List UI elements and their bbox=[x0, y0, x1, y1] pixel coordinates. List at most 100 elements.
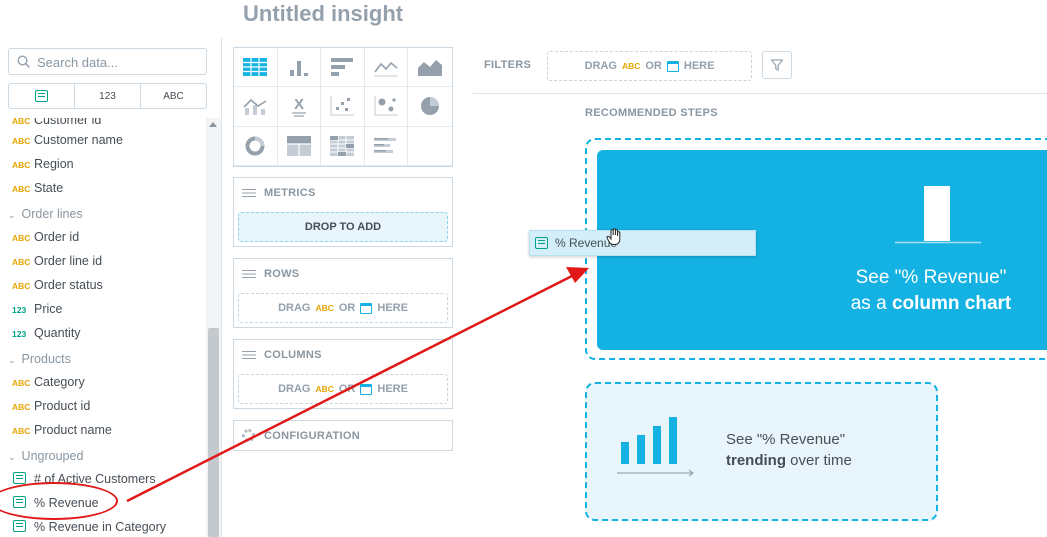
bubble-chart-icon bbox=[374, 96, 399, 116]
attribute-type-tag: ABC bbox=[12, 160, 31, 170]
chevron-down-icon: ⌄ bbox=[8, 210, 16, 220]
add-filter-button[interactable] bbox=[762, 51, 792, 79]
list-item-label: State bbox=[34, 181, 64, 195]
attribute-type-tag: ABC bbox=[12, 281, 31, 291]
viz-pie-button[interactable] bbox=[408, 87, 452, 127]
group-header-ungrouped[interactable]: ⌄ Ungrouped bbox=[8, 445, 83, 467]
treemap-icon bbox=[286, 135, 311, 156]
list-item-label: Product name bbox=[34, 423, 112, 437]
metrics-bucket-header: METRICS bbox=[234, 178, 452, 208]
group-header-order-lines[interactable]: ⌄ Order lines bbox=[8, 203, 83, 225]
viz-line-button[interactable] bbox=[364, 48, 409, 88]
list-item-label: Region bbox=[34, 157, 74, 171]
bucket-title: COLUMNS bbox=[264, 349, 322, 361]
list-item[interactable]: ABC Order id bbox=[0, 226, 205, 248]
bar-chart-icon bbox=[331, 58, 354, 77]
list-item[interactable]: 123 Price bbox=[0, 298, 205, 320]
dragged-metric-chip[interactable]: % Revenue bbox=[529, 230, 756, 256]
metric-icon bbox=[13, 472, 26, 484]
calendar-icon bbox=[360, 302, 373, 314]
group-label: Ungrouped bbox=[21, 449, 84, 463]
filter-text-button[interactable]: ABC bbox=[141, 84, 206, 108]
configuration-section[interactable]: CONFIGURATION bbox=[233, 420, 453, 451]
metric-icon bbox=[535, 237, 548, 249]
viz-table-button[interactable] bbox=[234, 48, 278, 88]
or-label: OR bbox=[338, 383, 356, 395]
here-label: HERE bbox=[683, 60, 715, 72]
headline-icon: X bbox=[291, 96, 306, 118]
catalog-scrollbar[interactable] bbox=[206, 118, 221, 537]
group-label: Products bbox=[21, 352, 71, 366]
area-chart-icon bbox=[418, 60, 443, 77]
list-item[interactable]: # of Active Customers bbox=[0, 468, 205, 490]
group-label: Order lines bbox=[21, 207, 83, 221]
bucket-lines-icon bbox=[242, 269, 256, 279]
configuration-label: CONFIGURATION bbox=[264, 429, 360, 442]
visualization-type-picker: X bbox=[233, 47, 453, 167]
list-item[interactable]: ABC Order status bbox=[0, 274, 205, 296]
attribute-type-tag: ABC bbox=[12, 136, 31, 146]
viz-bubble-button[interactable] bbox=[364, 87, 409, 127]
bucket-lines-icon bbox=[242, 188, 256, 198]
list-item-label: Quantity bbox=[34, 326, 81, 340]
list-item-label: % Revenue bbox=[34, 496, 99, 510]
viz-treemap-button[interactable] bbox=[277, 126, 322, 166]
filter-numbers-button[interactable]: 123 bbox=[75, 84, 141, 108]
bucket-lines-icon bbox=[242, 350, 256, 360]
recommendation-trending[interactable]: See "% Revenue" trending over time bbox=[585, 382, 938, 521]
list-item[interactable]: ABC Region bbox=[0, 153, 205, 175]
list-item[interactable]: % Revenue bbox=[0, 492, 205, 514]
metric-icon bbox=[35, 90, 48, 102]
viz-scatter-button[interactable] bbox=[321, 87, 365, 127]
filter-metrics-button[interactable] bbox=[9, 84, 75, 108]
or-label: OR bbox=[645, 60, 662, 72]
search-box[interactable] bbox=[8, 48, 207, 75]
bullet-chart-icon bbox=[374, 137, 397, 153]
type-filter: 123 ABC bbox=[8, 83, 207, 109]
drag-label: DRAG bbox=[278, 383, 311, 395]
list-item[interactable]: 123 Quantity bbox=[0, 322, 205, 344]
scroll-up-icon[interactable] bbox=[209, 122, 217, 127]
group-header-products[interactable]: ⌄ Products bbox=[8, 348, 71, 370]
metrics-drop-zone[interactable]: DROP TO ADD bbox=[238, 212, 448, 242]
scatter-plot-icon bbox=[330, 96, 355, 116]
funnel-icon bbox=[770, 59, 784, 71]
calendar-icon bbox=[666, 60, 679, 72]
viz-heatmap-button[interactable] bbox=[321, 126, 365, 166]
viz-donut-button[interactable] bbox=[234, 126, 278, 166]
recommendation-line-2-prefix: as a bbox=[850, 293, 892, 314]
catalog-list: ABC Customer id ABC Customer name ABC Regio… bbox=[0, 118, 205, 537]
donut-chart-icon bbox=[245, 136, 265, 156]
divider bbox=[473, 93, 1047, 94]
viz-combo-button[interactable] bbox=[234, 87, 278, 127]
viz-headline-button[interactable]: X bbox=[277, 87, 322, 127]
viz-bullet-button[interactable] bbox=[364, 126, 409, 166]
recommendation-line-2-bold: trending bbox=[726, 452, 786, 469]
scrollbar-thumb[interactable] bbox=[208, 328, 219, 537]
insight-title[interactable]: Untitled insight bbox=[243, 0, 403, 30]
recommendation-column-text: See "% Revenue" as a column chart bbox=[811, 265, 1047, 317]
chevron-down-icon: ⌄ bbox=[8, 355, 16, 365]
viz-bar-button[interactable] bbox=[321, 48, 365, 88]
column-chart-icon bbox=[289, 61, 308, 77]
list-item[interactable]: ABC Product id bbox=[0, 395, 205, 417]
bucket-title: METRICS bbox=[264, 187, 316, 199]
rows-drop-zone[interactable]: DRAG ABC OR HERE bbox=[238, 293, 448, 323]
list-item[interactable]: ABC Customer name bbox=[0, 129, 205, 151]
viz-area-button[interactable] bbox=[408, 48, 452, 88]
list-item-label: Order id bbox=[34, 230, 80, 244]
list-item[interactable]: ABC Category bbox=[0, 371, 205, 393]
line-chart-icon bbox=[374, 62, 399, 77]
drag-label: DRAG bbox=[278, 302, 311, 314]
list-item-label: Product id bbox=[34, 399, 91, 413]
filters-drop-zone[interactable]: DRAG ABC OR HERE bbox=[547, 51, 752, 81]
search-icon bbox=[17, 55, 30, 68]
viz-column-button[interactable] bbox=[277, 48, 322, 88]
list-item[interactable]: % Revenue in Category bbox=[0, 516, 205, 537]
list-item[interactable]: ABC Product name bbox=[0, 419, 205, 441]
search-input[interactable] bbox=[37, 52, 197, 72]
columns-drop-zone[interactable]: DRAG ABC OR HERE bbox=[238, 374, 448, 404]
attribute-type-tag: ABC bbox=[12, 184, 31, 194]
list-item[interactable]: ABC Order line id bbox=[0, 250, 205, 272]
list-item[interactable]: ABC State bbox=[0, 177, 205, 199]
